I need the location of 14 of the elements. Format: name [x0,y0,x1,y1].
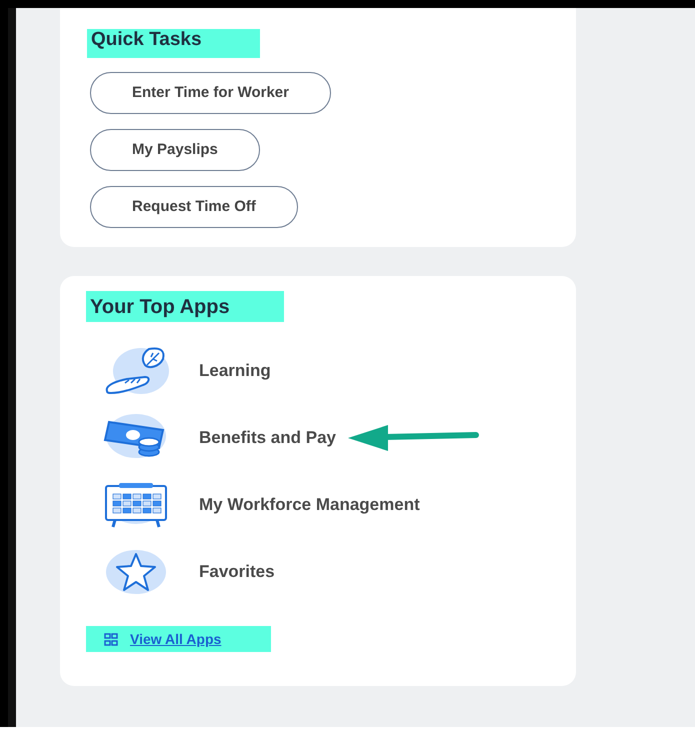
app-link[interactable]: Favorites [199,558,275,584]
section-title: Your Top Apps [86,291,284,322]
link-text[interactable]: View All Apps [130,628,222,650]
section-title: Quick Tasks [87,29,260,58]
view-all-apps-link[interactable]: View All Apps [86,626,271,652]
quick-task-button[interactable]: Enter Time for Worker [90,72,331,114]
quick-task-button[interactable]: Request Time Off [90,186,298,228]
quick-task-button[interactable]: My Payslips [90,129,260,171]
app-link[interactable]: Learning [199,358,271,384]
calendar-board-icon [103,482,169,528]
app-link[interactable]: My Workforce Management [199,492,420,518]
grid-icon [104,632,118,646]
hand-leaf-icon [103,344,169,396]
app-link[interactable]: Benefits and Pay [199,424,336,450]
